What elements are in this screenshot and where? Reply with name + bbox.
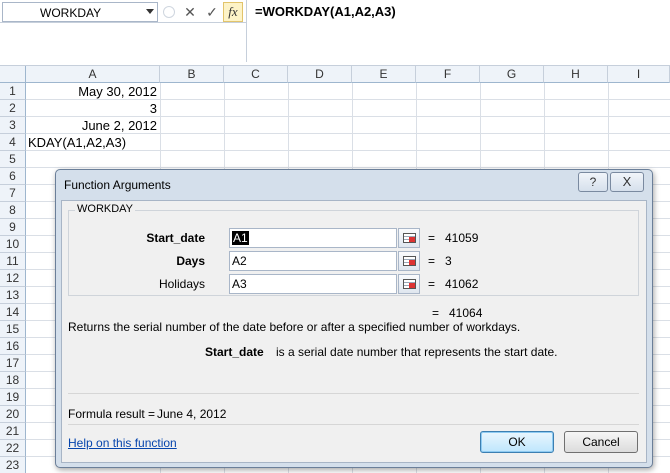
select-all-corner[interactable]	[0, 66, 26, 83]
row-header-8[interactable]: 8	[0, 202, 26, 219]
formula-text: =WORKDAY(A1,A2,A3)	[255, 4, 396, 19]
row-header-5[interactable]: 5	[0, 151, 26, 168]
arg-equals: =	[428, 254, 436, 268]
dialog-help-button[interactable]: ?	[578, 172, 608, 192]
row-header-13[interactable]: 13	[0, 287, 26, 304]
help-on-function-link[interactable]: Help on this function	[68, 436, 177, 450]
arg-result-start-date: 41059	[445, 231, 479, 245]
collapse-dialog-icon[interactable]	[398, 274, 420, 294]
function-group: WORKDAY Start_date A1 = 41059 Days A2 = …	[68, 203, 639, 296]
row-header-3[interactable]: 3	[0, 117, 26, 134]
enter-icon[interactable]: ✓	[202, 2, 222, 22]
column-header-b[interactable]: B	[160, 66, 224, 83]
column-header-g[interactable]: G	[480, 66, 544, 83]
name-box[interactable]: WORKDAY	[2, 2, 158, 22]
arg-label-start-date: Start_date	[146, 231, 205, 245]
row-header-19[interactable]: 19	[0, 389, 26, 406]
formula-bar: WORKDAY ✕ ✓ fx =WORKDAY(A1,A2,A3)	[0, 0, 670, 66]
divider	[68, 424, 639, 425]
function-description: Returns the serial number of the date be…	[68, 320, 521, 334]
divider	[68, 393, 639, 394]
cancel-icon[interactable]: ✕	[180, 2, 200, 22]
formula-input[interactable]: =WORKDAY(A1,A2,A3)	[246, 0, 670, 62]
row-header-16[interactable]: 16	[0, 338, 26, 355]
grid-line	[26, 99, 670, 100]
formula-bar-spacer	[0, 22, 246, 62]
cell-a4[interactable]: KDAY(A1,A2,A3)	[26, 134, 160, 151]
grid-line	[26, 150, 670, 151]
formula-result-label: Formula result =	[68, 407, 156, 421]
row-header-4[interactable]: 4	[0, 134, 26, 151]
column-header-a[interactable]: A	[26, 66, 160, 83]
row-header-21[interactable]: 21	[0, 423, 26, 440]
row-header-18[interactable]: 18	[0, 372, 26, 389]
cell-a2[interactable]: 3	[26, 100, 160, 117]
row-header-10[interactable]: 10	[0, 236, 26, 253]
row-header-9[interactable]: 9	[0, 219, 26, 236]
cell-a1[interactable]: May 30, 2012	[26, 83, 160, 100]
row-header-17[interactable]: 17	[0, 355, 26, 372]
column-header-h[interactable]: H	[544, 66, 608, 83]
row-header-11[interactable]: 11	[0, 253, 26, 270]
arg-equals: =	[428, 231, 436, 245]
collapse-dialog-icon[interactable]	[398, 228, 420, 248]
arg-label-holidays: Holidays	[158, 277, 205, 291]
arg-input-days[interactable]: A2	[229, 251, 397, 271]
row-header-14[interactable]: 14	[0, 304, 26, 321]
arg-result-holidays: 41062	[445, 277, 479, 291]
overall-equals: =	[432, 306, 440, 320]
overall-result: 41064	[449, 306, 483, 320]
column-header-c[interactable]: C	[224, 66, 288, 83]
arg-description-name: Start_date	[205, 345, 264, 359]
dialog-close-button[interactable]: X	[610, 172, 644, 192]
column-header-e[interactable]: E	[352, 66, 416, 83]
row-header-1[interactable]: 1	[0, 83, 26, 100]
function-name: WORKDAY	[75, 203, 136, 215]
arg-equals: =	[428, 277, 436, 291]
column-header-d[interactable]: D	[288, 66, 352, 83]
row-header-22[interactable]: 22	[0, 440, 26, 457]
chevron-down-icon[interactable]	[146, 9, 154, 14]
arg-description-text: is a serial date number that represents …	[276, 345, 558, 359]
formula-result-value: June 4, 2012	[157, 407, 227, 421]
dialog-title: Function Arguments	[64, 178, 171, 192]
row-header-7[interactable]: 7	[0, 185, 26, 202]
dialog-body: WORKDAY Start_date A1 = 41059 Days A2 = …	[61, 200, 647, 463]
grid-line	[26, 167, 670, 168]
arg-input-holidays[interactable]: A3	[229, 274, 397, 294]
arg-result-days: 3	[445, 254, 452, 268]
row-header-23[interactable]: 23	[0, 457, 26, 473]
name-box-value: WORKDAY	[40, 6, 102, 20]
column-header-i[interactable]: I	[608, 66, 670, 83]
row-header-15[interactable]: 15	[0, 321, 26, 338]
grid-line	[26, 133, 670, 134]
cancel-button[interactable]: Cancel	[564, 431, 638, 453]
row-header-20[interactable]: 20	[0, 406, 26, 423]
arg-value-start-date: A1	[232, 231, 249, 245]
insert-function-icon[interactable]: fx	[223, 2, 243, 22]
ok-button[interactable]: OK	[480, 431, 554, 453]
cell-a3[interactable]: June 2, 2012	[26, 117, 160, 134]
formula-buttons: ✕ ✓ fx	[160, 2, 246, 22]
column-header-f[interactable]: F	[416, 66, 480, 83]
grid-line	[26, 116, 670, 117]
function-arguments-dialog: Function Arguments ? X WORKDAY Start_dat…	[55, 169, 653, 468]
collapse-dialog-icon[interactable]	[398, 251, 420, 271]
row-header-2[interactable]: 2	[0, 100, 26, 117]
row-header-6[interactable]: 6	[0, 168, 26, 185]
arg-input-start-date[interactable]: A1	[229, 228, 397, 248]
arg-label-days: Days	[176, 254, 205, 268]
row-header-12[interactable]: 12	[0, 270, 26, 287]
